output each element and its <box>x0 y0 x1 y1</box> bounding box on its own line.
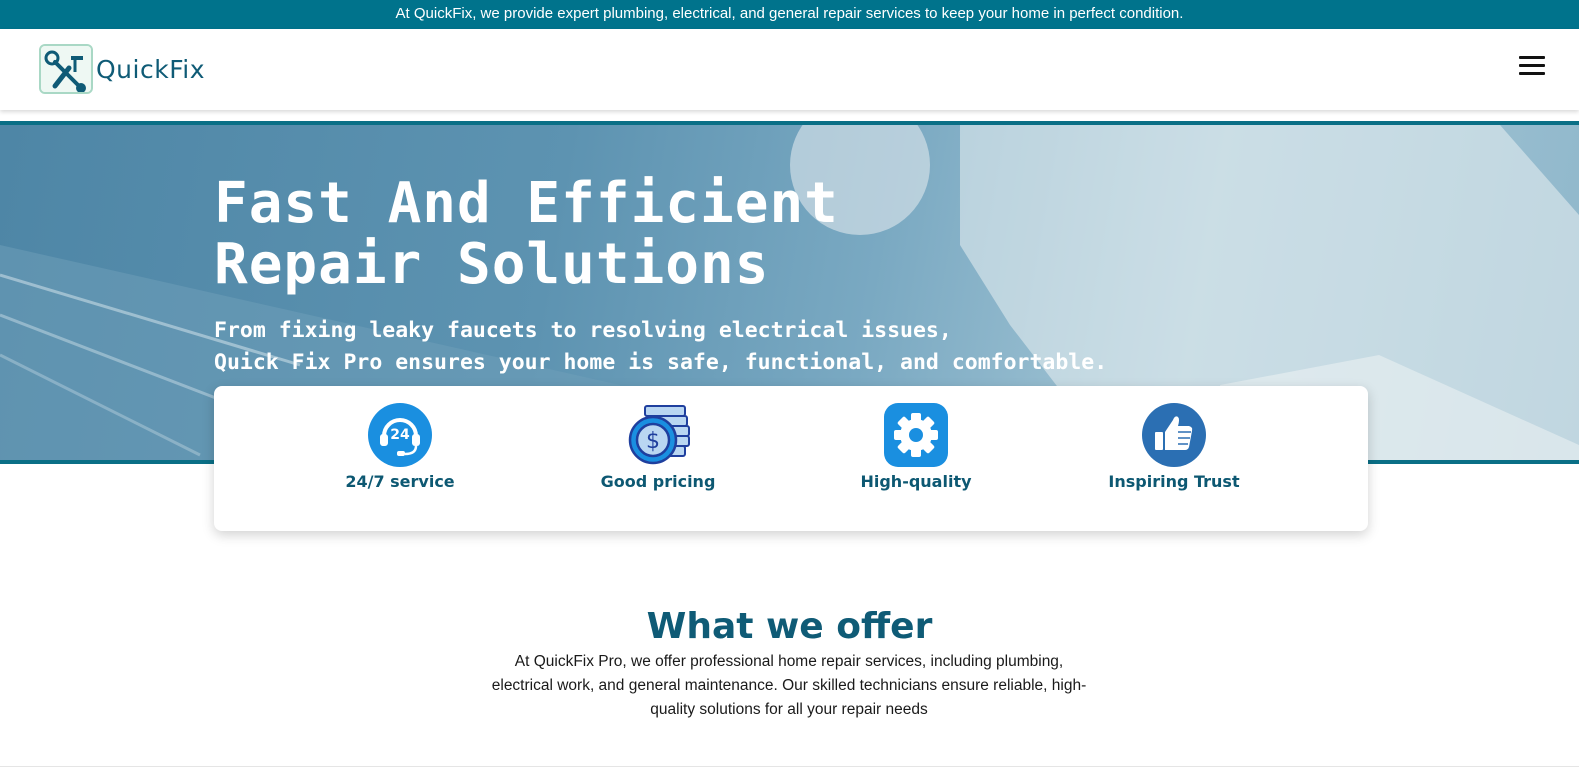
feature-label: Inspiring Trust <box>1108 472 1240 491</box>
svg-text:24: 24 <box>390 427 410 443</box>
wrench-screwdriver-icon <box>39 44 93 94</box>
dollar-coin-icon: $ <box>625 402 691 468</box>
announcement-text: At QuickFix, we provide expert plumbing,… <box>395 5 1184 22</box>
announcement-bar: At QuickFix, we provide expert plumbing,… <box>0 0 1579 29</box>
feature-high-quality[interactable]: High-quality <box>816 402 1016 491</box>
24-hour-support-icon: 24 <box>367 402 433 468</box>
brand-logo[interactable]: QuickFix <box>39 44 205 94</box>
features-card: 24 24/7 service $ Good pricing High-qual… <box>214 386 1368 531</box>
feature-label: 24/7 service <box>345 472 455 491</box>
brand-name: QuickFix <box>96 54 205 84</box>
section-title: What we offer <box>646 606 933 647</box>
feature-label: Good pricing <box>600 472 716 491</box>
svg-text:$: $ <box>646 429 660 454</box>
feature-label: High-quality <box>860 472 972 491</box>
hamburger-menu-icon[interactable] <box>1519 56 1545 80</box>
gear-icon <box>883 402 949 468</box>
thumbs-up-icon <box>1141 402 1207 468</box>
section-description: At QuickFix Pro, we offer professional h… <box>491 653 1087 718</box>
hero-title: Fast And Efficient Repair Solutions <box>214 171 839 297</box>
feature-inspiring-trust[interactable]: Inspiring Trust <box>1074 402 1274 491</box>
feature-good-pricing[interactable]: $ Good pricing <box>558 402 758 491</box>
feature-24-7-service[interactable]: 24 24/7 service <box>300 402 500 491</box>
next-section-edge <box>0 766 1579 771</box>
hero-subtitle: From fixing leaky faucets to resolving e… <box>214 318 1108 375</box>
navbar: QuickFix <box>0 29 1579 110</box>
